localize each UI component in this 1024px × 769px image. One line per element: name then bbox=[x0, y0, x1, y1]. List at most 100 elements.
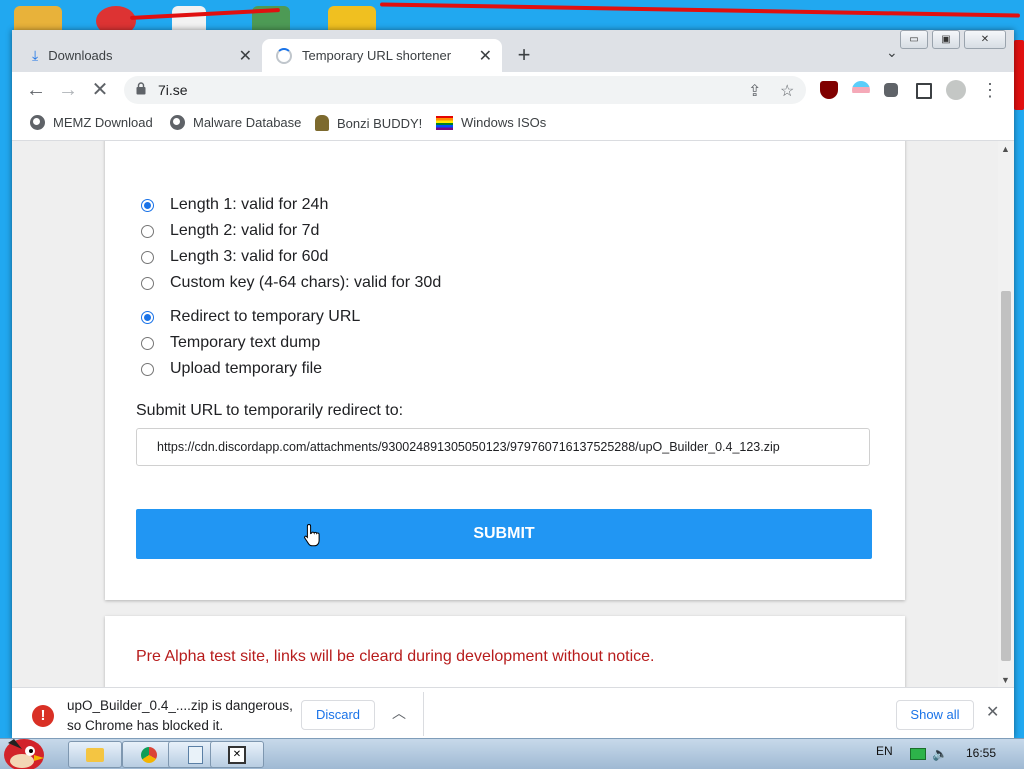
angry-bird-start-icon[interactable] bbox=[0, 731, 48, 769]
bookmark-label: Windows ISOs bbox=[461, 115, 547, 130]
folder-icon bbox=[86, 747, 104, 762]
minimize-button[interactable]: ▭ bbox=[900, 30, 928, 49]
url-input[interactable]: https://cdn.discordapp.com/attachments/9… bbox=[136, 428, 870, 466]
radio-button[interactable] bbox=[141, 198, 154, 212]
radio-button[interactable] bbox=[141, 224, 154, 238]
radio-button[interactable] bbox=[141, 310, 154, 324]
radio-label: Custom key (4-64 chars): valid for 30d bbox=[170, 274, 442, 291]
radio-button[interactable] bbox=[141, 250, 154, 264]
download-icon: ⤓ bbox=[32, 47, 39, 63]
radio-label: Length 3: valid for 60d bbox=[170, 248, 329, 265]
page-scrollbar[interactable]: ▲ ▼ bbox=[998, 141, 1014, 687]
url-text: 7i.se bbox=[158, 82, 188, 98]
close-tab-icon[interactable]: ✕ bbox=[239, 46, 252, 66]
tab-strip: ⤓ Downloads ✕ Temporary URL shortener ✕ … bbox=[12, 30, 1014, 72]
close-tab-icon[interactable]: ✕ bbox=[479, 46, 492, 66]
radio-length-1[interactable]: Length 1: valid for 24h bbox=[141, 196, 328, 214]
tab-url-shortener[interactable]: Temporary URL shortener ✕ bbox=[262, 39, 502, 72]
radio-button[interactable] bbox=[141, 362, 154, 376]
radio-label: Upload temporary file bbox=[170, 360, 323, 377]
loading-icon bbox=[276, 47, 292, 64]
download-shelf: ! upO_Builder_0.4_....zip is dangerous, … bbox=[12, 687, 1014, 738]
red-scribble bbox=[1014, 40, 1024, 110]
ublock-icon[interactable] bbox=[820, 81, 838, 99]
flag-extension-icon[interactable] bbox=[852, 81, 870, 99]
show-all-button[interactable]: Show all bbox=[896, 700, 974, 730]
back-button[interactable]: ← bbox=[24, 78, 48, 102]
radio-upload-file[interactable]: Upload temporary file bbox=[141, 360, 322, 378]
bookmarks-bar: MEMZ Download Malware Database Bonzi BUD… bbox=[12, 108, 1014, 141]
taskbar: ✕ EN 🔈 16:55 bbox=[0, 738, 1024, 769]
forward-button[interactable]: → bbox=[56, 78, 80, 102]
radio-custom-key[interactable]: Custom key (4-64 chars): valid for 30d bbox=[141, 274, 441, 292]
taskbar-app-button[interactable]: ✕ bbox=[210, 741, 264, 768]
rainbow-flag-icon bbox=[436, 115, 453, 130]
tab-label: Downloads bbox=[48, 48, 113, 63]
close-window-button[interactable]: ✕ bbox=[964, 30, 1006, 49]
language-indicator[interactable]: EN bbox=[876, 744, 893, 758]
network-icon[interactable] bbox=[910, 748, 926, 760]
red-scribble bbox=[380, 2, 1020, 18]
bonzi-icon bbox=[315, 115, 329, 131]
tab-label: Temporary URL shortener bbox=[302, 48, 452, 63]
bookmark-bonzi[interactable]: Bonzi BUDDY! bbox=[315, 115, 422, 131]
stop-loading-button[interactable]: ✕ bbox=[88, 78, 112, 102]
shortener-form-card: Length 1: valid for 24h Length 2: valid … bbox=[105, 141, 905, 600]
download-item[interactable]: upO_Builder_0.4_....zip is dangerous, so… bbox=[67, 696, 302, 736]
bookmark-windows-isos[interactable]: Windows ISOs bbox=[436, 115, 546, 130]
browser-window: ⤓ Downloads ✕ Temporary URL shortener ✕ … bbox=[12, 30, 1014, 738]
notice-text: Pre Alpha test site, links will be clear… bbox=[136, 648, 655, 665]
clock[interactable]: 16:55 bbox=[966, 746, 996, 760]
url-field-label: Submit URL to temporarily redirect to: bbox=[136, 402, 404, 419]
download-message-line1: upO_Builder_0.4_....zip is dangerous, bbox=[67, 698, 293, 713]
volume-icon[interactable]: 🔈 bbox=[932, 746, 948, 762]
puzzle-extensions-icon[interactable] bbox=[884, 83, 898, 97]
profile-avatar-icon[interactable] bbox=[946, 80, 966, 100]
download-message-line2: so Chrome has blocked it. bbox=[67, 718, 224, 733]
scrollbar-thumb[interactable] bbox=[1001, 291, 1011, 661]
radio-button[interactable] bbox=[141, 336, 154, 350]
window-controls: ▭ ▣ ✕ bbox=[900, 30, 1006, 49]
discard-button[interactable]: Discard bbox=[301, 700, 375, 730]
globe-icon bbox=[30, 115, 45, 130]
bookmark-malware-db[interactable]: Malware Database bbox=[170, 115, 301, 130]
divider bbox=[423, 692, 424, 736]
radio-redirect[interactable]: Redirect to temporary URL bbox=[141, 308, 360, 326]
hand-cursor-icon bbox=[304, 523, 320, 547]
maximize-button[interactable]: ▣ bbox=[932, 30, 960, 49]
tab-search-chevron-icon[interactable]: ⌄ bbox=[886, 44, 898, 61]
page-content: Length 1: valid for 24h Length 2: valid … bbox=[12, 141, 998, 687]
notepad-icon bbox=[187, 745, 203, 764]
notice-card: Pre Alpha test site, links will be clear… bbox=[105, 616, 905, 687]
bookmark-label: Malware Database bbox=[193, 115, 302, 130]
radio-length-2[interactable]: Length 2: valid for 7d bbox=[141, 222, 319, 240]
side-panel-icon[interactable] bbox=[916, 83, 932, 99]
address-bar[interactable]: 7i.se ⇪ ☆ bbox=[124, 76, 806, 104]
danger-warning-icon: ! bbox=[32, 705, 54, 727]
radio-length-3[interactable]: Length 3: valid for 60d bbox=[141, 248, 328, 266]
toolbar: ← → ✕ 7i.se ⇪ ☆ ⋮ bbox=[12, 72, 1014, 108]
radio-label: Temporary text dump bbox=[170, 334, 321, 351]
taskbar-explorer-button[interactable] bbox=[68, 741, 122, 768]
radio-label: Length 2: valid for 7d bbox=[170, 222, 320, 239]
lock-icon bbox=[136, 82, 146, 95]
radio-label: Redirect to temporary URL bbox=[170, 308, 361, 325]
bookmark-star-icon[interactable]: ☆ bbox=[780, 81, 794, 101]
new-tab-button[interactable]: + bbox=[512, 42, 536, 68]
close-download-shelf-icon[interactable]: ✕ bbox=[986, 702, 999, 722]
menu-kebab-icon[interactable]: ⋮ bbox=[978, 78, 1002, 102]
app-window-icon: ✕ bbox=[228, 745, 246, 764]
tab-downloads[interactable]: ⤓ Downloads ✕ bbox=[18, 39, 262, 72]
bookmark-memz[interactable]: MEMZ Download bbox=[30, 115, 153, 130]
chrome-icon bbox=[141, 746, 157, 763]
share-icon[interactable]: ⇪ bbox=[748, 81, 761, 101]
radio-button[interactable] bbox=[141, 276, 154, 290]
bookmark-label: Bonzi BUDDY! bbox=[337, 115, 423, 131]
chevron-up-icon[interactable]: ︿ bbox=[392, 703, 406, 723]
scroll-down-arrow-icon[interactable]: ▼ bbox=[1001, 675, 1010, 685]
radio-label: Length 1: valid for 24h bbox=[170, 196, 329, 213]
radio-text-dump[interactable]: Temporary text dump bbox=[141, 334, 320, 352]
globe-icon bbox=[170, 115, 185, 130]
scroll-up-arrow-icon[interactable]: ▲ bbox=[1001, 144, 1010, 154]
submit-button[interactable]: SUBMIT bbox=[136, 509, 872, 559]
